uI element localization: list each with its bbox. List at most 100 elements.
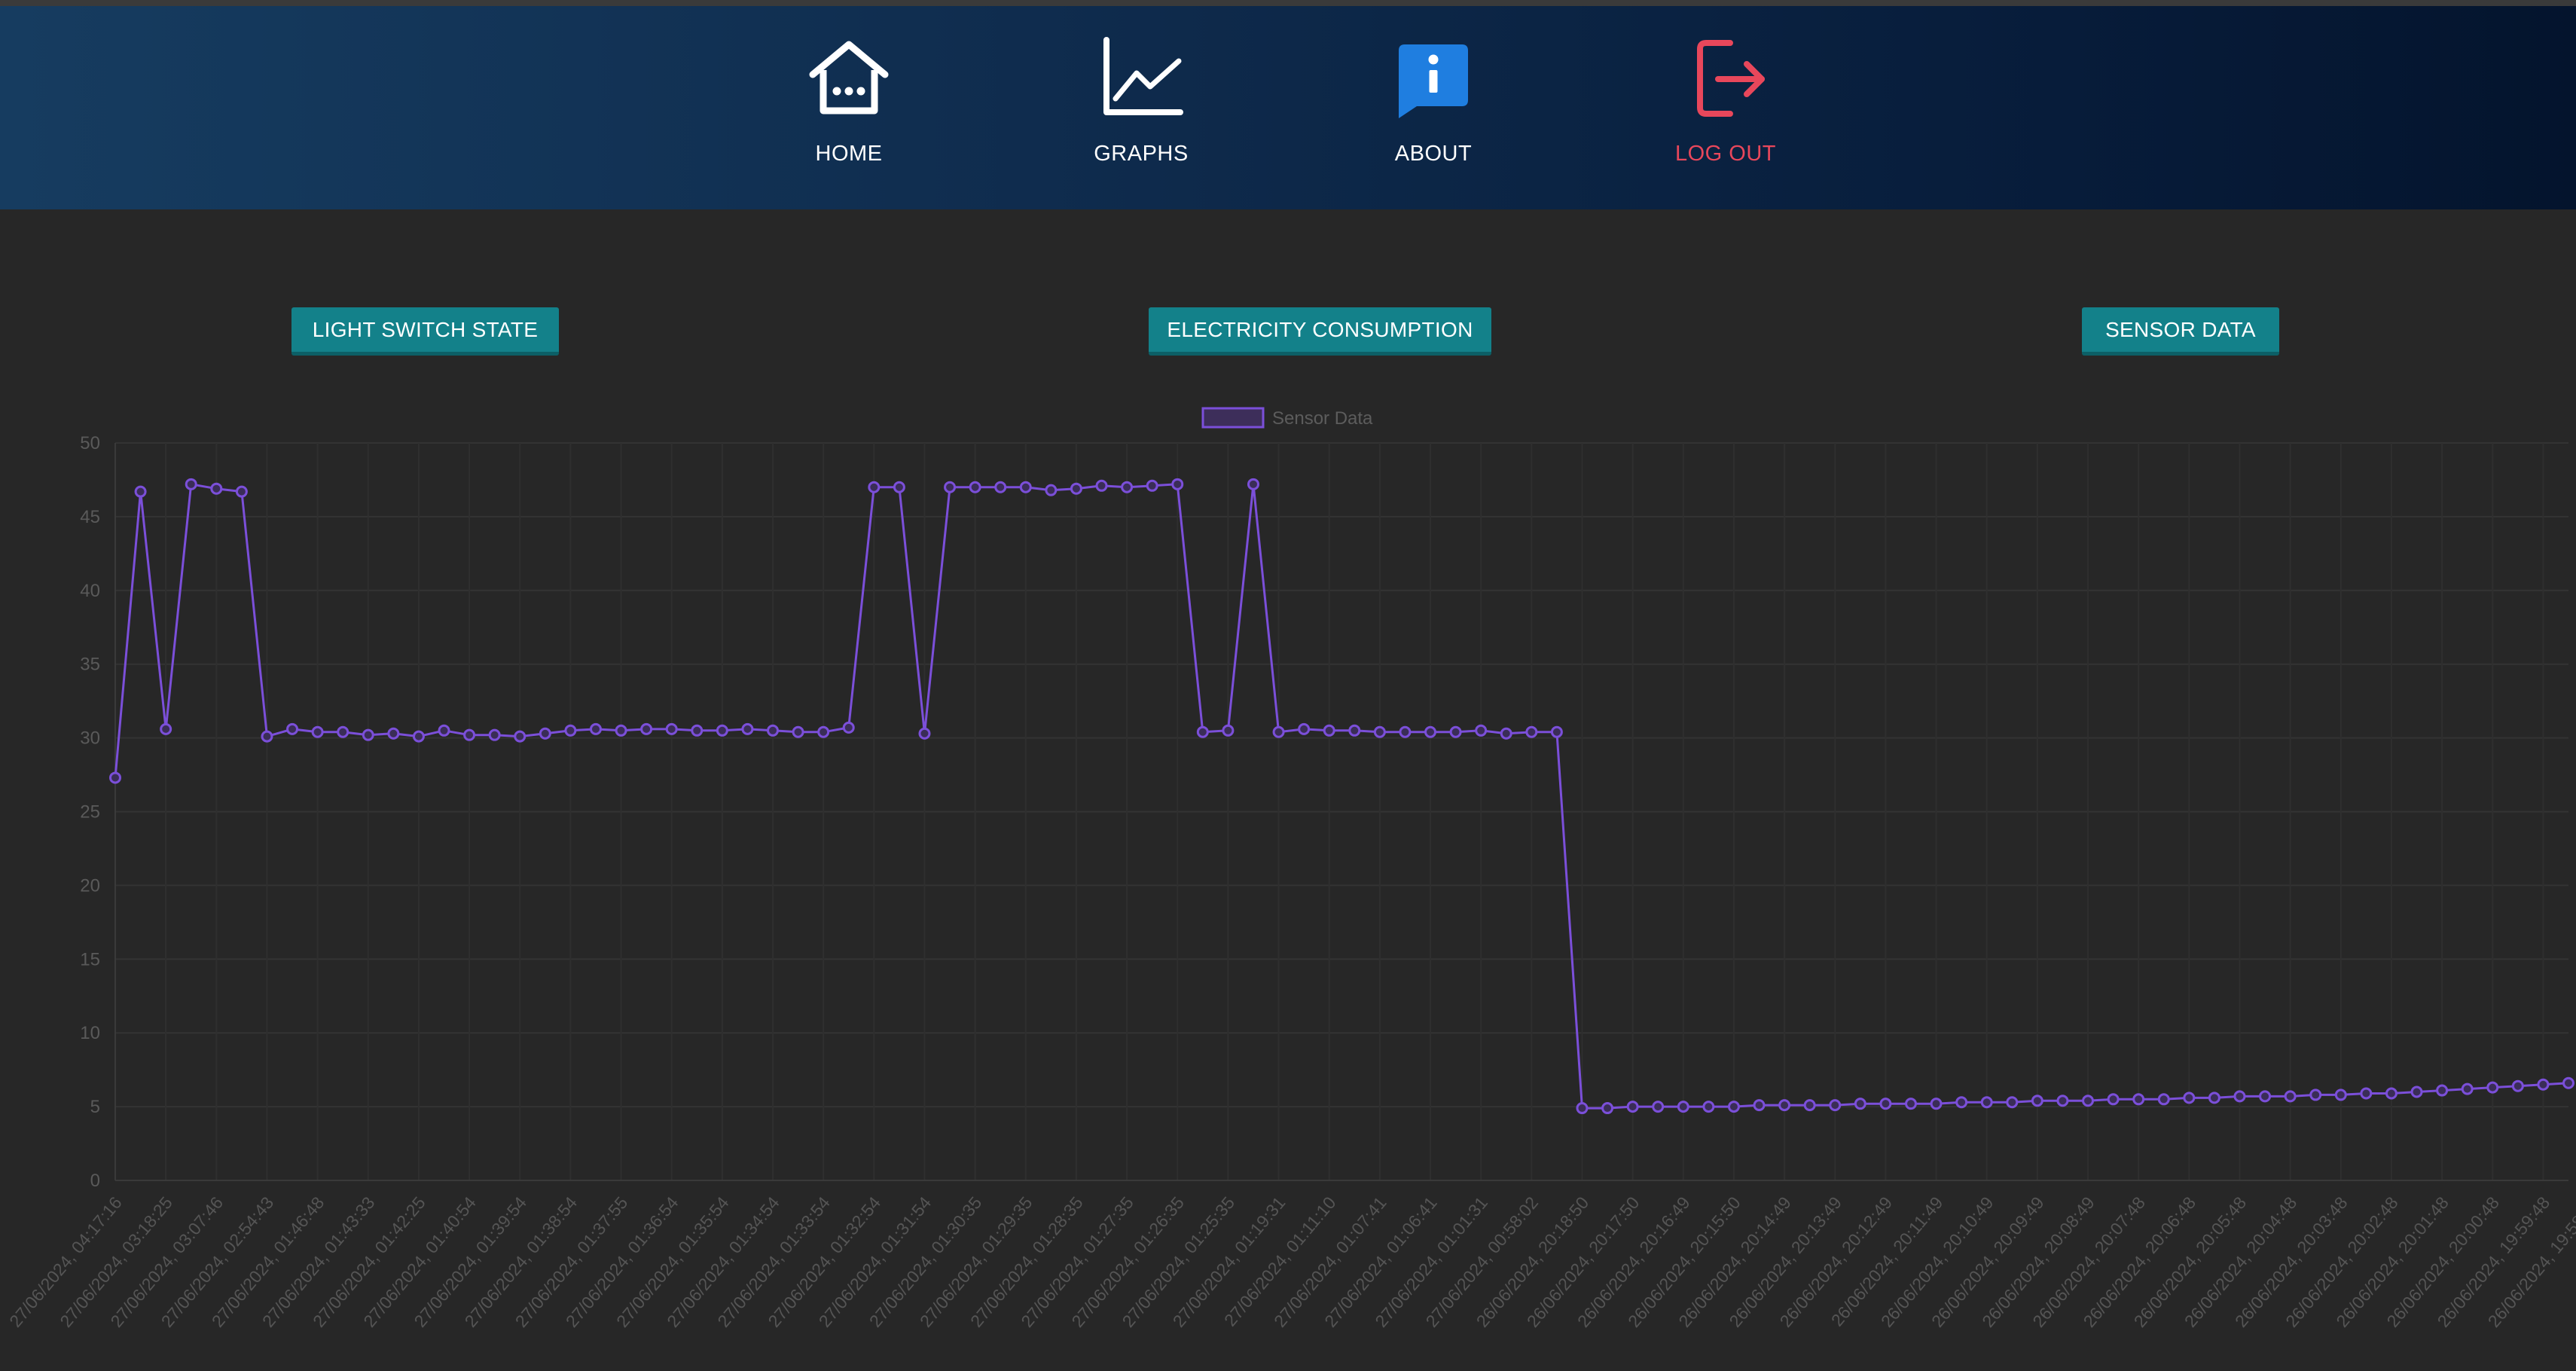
data-point[interactable] (2360, 1087, 2373, 1100)
data-point[interactable] (1550, 725, 1563, 738)
data-point[interactable] (1854, 1098, 1866, 1110)
data-point[interactable] (1980, 1096, 1993, 1109)
data-point[interactable] (1955, 1096, 1968, 1109)
data-point[interactable] (1146, 479, 1158, 492)
data-point[interactable] (387, 727, 400, 740)
data-point[interactable] (160, 722, 172, 735)
data-point[interactable] (1677, 1101, 1689, 1113)
data-point[interactable] (1500, 727, 1512, 740)
data-point[interactable] (311, 725, 324, 738)
data-point[interactable] (1702, 1101, 1715, 1113)
data-point[interactable] (185, 478, 197, 490)
data-point[interactable] (1045, 484, 1058, 496)
data-point[interactable] (615, 724, 627, 737)
data-point[interactable] (2537, 1078, 2550, 1091)
data-point[interactable] (2436, 1084, 2449, 1097)
data-point[interactable] (134, 485, 147, 498)
data-point[interactable] (1272, 725, 1285, 738)
data-point[interactable] (1753, 1099, 1766, 1112)
data-point[interactable] (1829, 1099, 1842, 1112)
data-point[interactable] (1525, 725, 1538, 738)
data-point[interactable] (817, 725, 830, 738)
data-point[interactable] (286, 722, 299, 735)
data-point[interactable] (2284, 1090, 2297, 1103)
data-point[interactable] (539, 727, 551, 740)
data-point[interactable] (2259, 1090, 2272, 1103)
data-point[interactable] (716, 724, 728, 737)
data-point[interactable] (2385, 1087, 2397, 1100)
data-point[interactable] (1373, 725, 1386, 738)
data-point[interactable] (514, 730, 526, 743)
data-point[interactable] (1222, 724, 1235, 737)
data-point[interactable] (1095, 479, 1108, 492)
data-point[interactable] (1298, 722, 1311, 735)
data-point[interactable] (767, 724, 780, 737)
data-point[interactable] (1879, 1098, 1892, 1110)
data-point[interactable] (969, 481, 981, 493)
data-point[interactable] (2132, 1093, 2145, 1106)
data-point[interactable] (589, 722, 602, 735)
data-point[interactable] (2486, 1081, 2499, 1094)
data-point[interactable] (994, 481, 1007, 493)
data-point[interactable] (488, 728, 501, 741)
data-point[interactable] (2309, 1089, 2322, 1101)
data-point[interactable] (210, 482, 223, 495)
data-point[interactable] (261, 730, 273, 743)
data-point[interactable] (2082, 1095, 2095, 1107)
data-point[interactable] (2107, 1093, 2120, 1106)
data-point[interactable] (2461, 1082, 2474, 1095)
data-point[interactable] (109, 771, 121, 784)
data-point[interactable] (2006, 1096, 2019, 1109)
data-point[interactable] (1121, 481, 1134, 493)
data-point[interactable] (362, 728, 374, 741)
data-point[interactable] (1019, 481, 1032, 493)
data-point[interactable] (2031, 1095, 2043, 1107)
data-point[interactable] (1070, 482, 1082, 495)
data-point[interactable] (1626, 1101, 1639, 1113)
data-point[interactable] (2183, 1092, 2196, 1104)
data-point[interactable] (2334, 1089, 2347, 1101)
data-point[interactable] (1424, 725, 1437, 738)
data-point[interactable] (691, 724, 704, 737)
data-point[interactable] (842, 721, 855, 734)
data-point[interactable] (893, 481, 905, 493)
data-point[interactable] (868, 481, 881, 493)
data-point[interactable] (944, 481, 957, 493)
data-point[interactable] (640, 722, 653, 735)
data-point[interactable] (1196, 725, 1209, 738)
data-point[interactable] (235, 485, 248, 498)
chart-legend[interactable]: Sensor Data (1201, 407, 1373, 429)
data-point[interactable] (1652, 1101, 1665, 1113)
data-point[interactable] (438, 724, 450, 737)
data-point[interactable] (1399, 725, 1412, 738)
data-point[interactable] (2157, 1093, 2170, 1106)
y-tick-label: 50 (80, 433, 100, 453)
data-point[interactable] (1930, 1098, 1943, 1110)
data-point[interactable] (564, 724, 577, 737)
data-point[interactable] (463, 728, 476, 741)
data-point[interactable] (1576, 1102, 1589, 1115)
data-point[interactable] (1449, 725, 1462, 738)
data-point[interactable] (792, 725, 804, 738)
data-point[interactable] (2233, 1090, 2246, 1103)
data-point[interactable] (1475, 724, 1488, 737)
data-point[interactable] (1247, 478, 1259, 490)
data-point[interactable] (1904, 1098, 1917, 1110)
data-point[interactable] (412, 730, 425, 743)
data-point[interactable] (1171, 478, 1184, 490)
data-point[interactable] (2208, 1092, 2220, 1104)
data-point[interactable] (741, 722, 754, 735)
data-point[interactable] (2410, 1086, 2423, 1098)
data-point[interactable] (918, 727, 931, 740)
data-point[interactable] (1803, 1099, 1816, 1112)
data-point[interactable] (1727, 1101, 1740, 1113)
data-point[interactable] (2511, 1079, 2524, 1092)
data-point[interactable] (2056, 1095, 2069, 1107)
data-point[interactable] (1778, 1099, 1791, 1112)
data-point[interactable] (1348, 724, 1361, 737)
data-point[interactable] (2562, 1076, 2574, 1089)
data-point[interactable] (665, 722, 678, 735)
data-point[interactable] (1601, 1102, 1614, 1115)
data-point[interactable] (1323, 724, 1335, 737)
data-point[interactable] (337, 725, 349, 738)
